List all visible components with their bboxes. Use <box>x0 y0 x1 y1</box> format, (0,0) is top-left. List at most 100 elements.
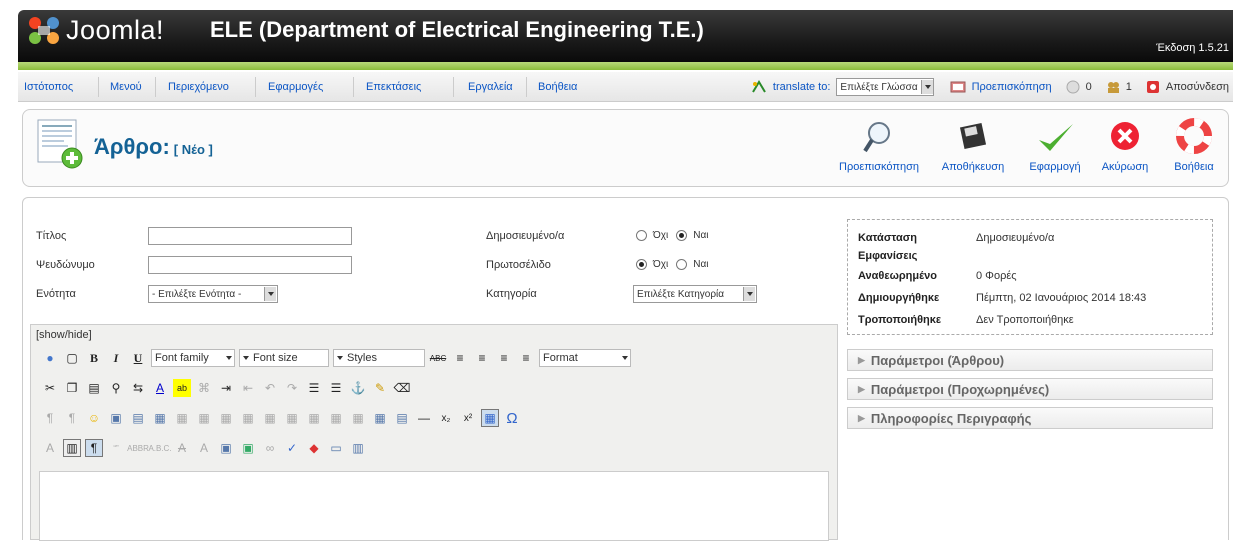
paste-icon[interactable]: ▤ <box>85 379 103 397</box>
menu-item-content[interactable]: Περιεχόμενο <box>168 81 229 93</box>
horizontal-rule-icon[interactable]: — <box>415 409 433 427</box>
users-count[interactable]: 1 <box>1126 81 1132 93</box>
table-cell-props-icon[interactable]: ▦ <box>239 409 257 427</box>
menu-item-extensions[interactable]: Επεκτάσεις <box>366 81 421 93</box>
menu-item-menus[interactable]: Μενού <box>110 81 142 93</box>
copy-icon[interactable]: ❐ <box>63 379 81 397</box>
print-icon[interactable]: ▤ <box>393 409 411 427</box>
frontpage-no-radio[interactable] <box>636 259 647 270</box>
redo-icon[interactable]: ↷ <box>283 379 301 397</box>
template-icon[interactable]: ▥ <box>349 439 367 457</box>
align-left-icon[interactable]: ≡ <box>451 349 469 367</box>
help-button[interactable]: Βοήθεια <box>1166 118 1222 173</box>
anchor-icon[interactable]: ⚓ <box>349 379 367 397</box>
published-yes-radio[interactable] <box>676 230 688 241</box>
split-cells-icon[interactable]: ▦ <box>349 409 367 427</box>
align-right-icon[interactable]: ≡ <box>495 349 513 367</box>
help-circle-icon[interactable]: ● <box>41 349 59 367</box>
emoticon-icon[interactable]: ☺ <box>85 409 103 427</box>
unordered-list-icon[interactable]: ☰ <box>327 379 345 397</box>
frontpage-yes-radio[interactable] <box>676 259 688 270</box>
subscript-icon[interactable]: x₂ <box>437 409 455 427</box>
format-select[interactable]: Format <box>539 349 631 367</box>
table-row-props-icon[interactable]: ▦ <box>217 409 235 427</box>
menu-item-components[interactable]: Εφαρμογές <box>268 81 323 93</box>
acronym-icon[interactable]: A.B.C. <box>148 439 171 457</box>
attribs-icon[interactable]: ▣ <box>217 439 235 457</box>
cleanup-icon[interactable]: ✎ <box>371 379 389 397</box>
fullscreen-table-icon[interactable]: ▦ <box>481 409 499 427</box>
panel-metadata[interactable]: ▶ Πληροφορίες Περιγραφής <box>847 407 1213 429</box>
pagebreak-icon[interactable]: ◆ <box>305 439 323 457</box>
superscript-icon[interactable]: x² <box>459 409 477 427</box>
bold-icon[interactable]: B <box>85 349 103 367</box>
spellcheck-icon[interactable]: ✓ <box>283 439 301 457</box>
special-char-icon[interactable]: Ω <box>503 409 521 427</box>
delete-col-icon[interactable]: ▦ <box>327 409 345 427</box>
preview-site-link[interactable]: Προεπισκόπηση <box>972 81 1052 93</box>
ltr-icon[interactable]: ¶ <box>41 409 59 427</box>
abbr-icon[interactable]: ABBR <box>127 439 149 457</box>
align-center-icon[interactable]: ≡ <box>473 349 491 367</box>
save-button[interactable]: Αποθήκευση <box>937 118 1009 173</box>
cancel-button[interactable]: Ακύρωση <box>1098 118 1152 173</box>
visual-aid-icon[interactable]: ▦ <box>371 409 389 427</box>
apply-button[interactable]: Εφαρμογή <box>1024 118 1086 173</box>
logout-link[interactable]: Αποσύνδεση <box>1166 81 1229 93</box>
insert-time-icon[interactable]: ▦ <box>173 409 191 427</box>
published-no-radio[interactable] <box>636 230 647 241</box>
menu-item-help[interactable]: Βοήθεια <box>538 81 577 93</box>
font-family-select[interactable]: Font family <box>151 349 235 367</box>
text-color-icon[interactable]: A <box>151 379 169 397</box>
ordered-list-icon[interactable]: ☰ <box>305 379 323 397</box>
underline-icon[interactable]: U <box>129 349 147 367</box>
editor-content-area[interactable] <box>39 471 829 541</box>
panel-advanced-params[interactable]: ▶ Παράμετροι (Προχωρημένες) <box>847 378 1213 400</box>
media-icon[interactable]: ▣ <box>107 409 125 427</box>
undo-icon[interactable]: ↶ <box>261 379 279 397</box>
strikethrough-icon[interactable]: ABC <box>429 349 447 367</box>
unlink-icon[interactable]: ⌘ <box>195 379 213 397</box>
styles-select[interactable]: Styles <box>333 349 425 367</box>
new-document-icon[interactable]: ▢ <box>63 349 81 367</box>
outdent-icon[interactable]: ⇤ <box>239 379 257 397</box>
nonbreaking-icon[interactable]: ▥ <box>63 439 81 457</box>
delete-text-icon[interactable]: A <box>173 439 191 457</box>
section-select[interactable]: - Επιλέξτε Ενότητα - <box>148 285 278 303</box>
main-menu-bar: Ιστότοπος Μενού Περιεχόμενο Εφαρμογές Επ… <box>18 72 1233 102</box>
panel-article-params[interactable]: ▶ Παράμετροι (Άρθρου) <box>847 349 1213 371</box>
menu-item-site[interactable]: Ιστότοπος <box>24 81 73 93</box>
font-size-select[interactable]: Font size <box>239 349 329 367</box>
styleprops-icon[interactable]: A <box>41 439 59 457</box>
title-field[interactable] <box>148 227 352 245</box>
alias-field[interactable] <box>148 256 352 274</box>
cite-icon[interactable]: “” <box>107 439 125 457</box>
insert-text-icon[interactable]: A <box>195 439 213 457</box>
messages-count[interactable]: 0 <box>1086 81 1092 93</box>
chevron-down-icon <box>264 287 276 301</box>
insert-col-icon[interactable]: ▦ <box>305 409 323 427</box>
italic-icon[interactable]: I <box>107 349 125 367</box>
rtl-icon[interactable]: ¶ <box>63 409 81 427</box>
indent-icon[interactable]: ⇥ <box>217 379 235 397</box>
insert-row-icon[interactable]: ▦ <box>261 409 279 427</box>
show-hide-toggle[interactable]: [show/hide] <box>36 329 92 341</box>
table-icon[interactable]: ▦ <box>195 409 213 427</box>
replace-icon[interactable]: ⇆ <box>129 379 147 397</box>
align-justify-icon[interactable]: ≡ <box>517 349 535 367</box>
insert-date-icon[interactable]: ▦ <box>151 409 169 427</box>
link-icon[interactable]: ∞ <box>261 439 279 457</box>
find-icon[interactable]: ⚲ <box>107 379 125 397</box>
show-blocks-icon[interactable]: ¶ <box>85 439 103 457</box>
menu-item-tools[interactable]: Εργαλεία <box>468 81 513 93</box>
layer-icon[interactable]: ▭ <box>327 439 345 457</box>
image-icon[interactable]: ▣ <box>239 439 257 457</box>
preview-button[interactable]: Προεπισκόπηση <box>832 118 926 173</box>
cut-icon[interactable]: ✂ <box>41 379 59 397</box>
eraser-icon[interactable]: ⌫ <box>393 379 411 397</box>
preview-page-icon[interactable]: ▤ <box>129 409 147 427</box>
category-select[interactable]: Επιλέξτε Κατηγορία <box>633 285 757 303</box>
language-select[interactable]: Επιλέξτε Γλώσσα <box>836 78 934 96</box>
highlight-color-icon[interactable]: ab <box>173 379 191 397</box>
delete-row-icon[interactable]: ▦ <box>283 409 301 427</box>
